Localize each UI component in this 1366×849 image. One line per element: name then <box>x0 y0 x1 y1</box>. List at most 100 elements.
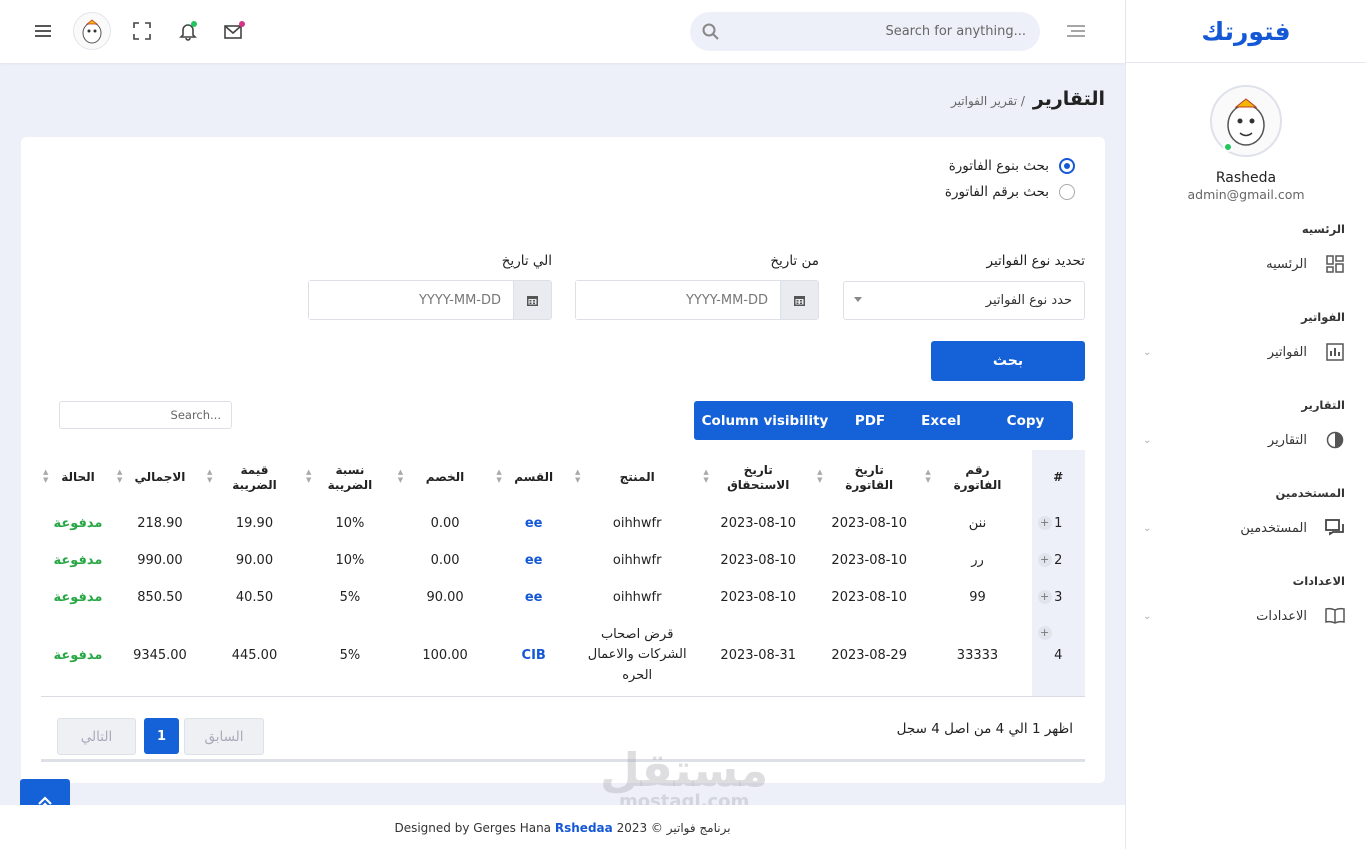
book-icon <box>1325 606 1345 626</box>
product-line: الحره <box>622 668 653 684</box>
expand-icon[interactable]: + <box>1037 553 1052 567</box>
table-row[interactable]: 2 + رر 2023-08-10 2023-08-10 oihhwfr ee 0… <box>41 542 1085 579</box>
cell-index: 2 + <box>1031 542 1085 579</box>
row-number: 1 <box>1054 516 1063 531</box>
sidebar-item-reports[interactable]: التقارير ⌄ <box>1126 420 1366 460</box>
cell-invoice-number: 99 <box>969 590 986 605</box>
chevron-down-icon[interactable]: ⌄ <box>1143 435 1151 446</box>
col-due-date[interactable]: تاريخ الاستحقاق ▲ ▼ <box>701 450 815 505</box>
col-tax-rate[interactable]: نسبة الضريبة ▲ ▼ <box>304 450 396 505</box>
row-number: 3 <box>1054 590 1063 605</box>
to-date-label: الي تاريخ <box>501 253 552 269</box>
column-visibility-button[interactable]: Column visibility <box>694 401 836 440</box>
mail-icon[interactable] <box>223 20 245 42</box>
bell-icon[interactable] <box>177 20 199 42</box>
radio-search-by-type[interactable]: بحث بنوع الفاتورة <box>949 158 1075 174</box>
excel-button[interactable]: Excel <box>904 401 978 440</box>
breadcrumb-current[interactable]: / تقرير الفواتير <box>951 94 1025 108</box>
table-row[interactable]: 4 + 33333 2023-08-29 2023-08-31 قرض اصحاب… <box>41 616 1085 697</box>
radio-search-by-number[interactable]: بحث برقم الفاتورة <box>945 184 1075 200</box>
pagination-next-button[interactable]: التالي <box>57 718 136 755</box>
header-label: الاجمالي <box>134 470 186 484</box>
bar-chart-icon <box>1325 342 1345 362</box>
sidebar-menu: الرئسيه الرئسيه الفواتير الفواتير ⌄ التق… <box>1126 222 1366 636</box>
global-search-input[interactable] <box>726 24 1026 39</box>
cell-tax-value: 90.00 <box>235 553 274 568</box>
profile-email: admin@gmail.com <box>1187 187 1305 202</box>
expand-icon[interactable]: + <box>1037 626 1052 640</box>
pie-chart-icon <box>1325 430 1345 450</box>
sidebar-item-settings[interactable]: الاعدادات ⌄ <box>1126 596 1366 636</box>
header-label: نسبة الضريبة <box>327 462 373 492</box>
menu-section-users: المستخدمين <box>1275 486 1345 500</box>
chevron-down-icon[interactable]: ⌄ <box>1143 611 1151 622</box>
from-date-label: من تاريخ <box>770 253 819 269</box>
copy-button[interactable]: Copy <box>978 401 1073 440</box>
expand-icon[interactable]: + <box>1037 590 1052 604</box>
cell-index: 3 + <box>1031 579 1085 616</box>
calendar-icon[interactable] <box>513 281 551 319</box>
expand-icon[interactable]: + <box>1037 516 1052 530</box>
table-search-input[interactable] <box>59 401 232 429</box>
to-date-input[interactable] <box>309 281 513 319</box>
cell-invoice-number: رر <box>971 553 984 568</box>
cell-invoice-number: ننن <box>968 516 987 531</box>
fullscreen-icon[interactable] <box>131 20 153 42</box>
chevron-down-icon[interactable]: ⌄ <box>1143 347 1151 358</box>
cell-invoice-date: 2023-08-10 <box>831 516 907 531</box>
sidebar-item-users[interactable]: المستخدمين ⌄ <box>1126 508 1366 548</box>
align-right-icon[interactable] <box>1065 20 1087 42</box>
sidebar-item-home[interactable]: الرئسيه <box>1126 244 1366 284</box>
sort-icon: ▲ ▼ <box>116 468 123 484</box>
sort-icon: ▲ ▼ <box>925 468 931 484</box>
cell-status: مدفوعة <box>53 516 103 531</box>
page-title: التقارير <box>1032 88 1105 110</box>
header-label: تاريخ الاستحقاق <box>727 462 790 492</box>
cell-total: 218.90 <box>137 516 183 531</box>
calendar-icon[interactable] <box>780 281 818 319</box>
col-hash[interactable]: # <box>1031 450 1085 505</box>
col-product[interactable]: المنتج ▲ ▼ <box>573 450 701 505</box>
col-section[interactable]: القسم ▲ ▼ <box>494 450 573 505</box>
menu-section-home: الرئسيه <box>1301 222 1345 236</box>
sidebar-item-label: الاعدادات <box>1256 608 1307 624</box>
cell-product: قرض اصحاب الشركات والاعمال الحره <box>573 616 702 697</box>
invoice-type-select[interactable]: حدد نوع الفواتير <box>843 281 1085 320</box>
brand-name: فتورتك <box>1201 16 1291 46</box>
search-icon[interactable] <box>702 23 719 44</box>
header-label: القسم <box>514 470 554 484</box>
watermark-line1: مستقل <box>600 743 769 797</box>
sidebar: فتورتك Rasheda admin@gmail.com الرئسيه ا… <box>1125 0 1366 849</box>
col-status[interactable]: الحالة ▲ ▼ <box>41 450 115 505</box>
col-tax-value[interactable]: قيمة الضريبة ▲ ▼ <box>205 450 304 505</box>
chevron-down-icon[interactable]: ⌄ <box>1143 523 1151 534</box>
cell-tax-rate: 10% <box>335 516 365 531</box>
user-avatar[interactable] <box>73 12 111 50</box>
cell-due-date: 2023-08-31 <box>701 616 816 697</box>
radio-button[interactable] <box>1059 184 1075 200</box>
table-row[interactable]: 3 + 99 2023-08-10 2023-08-10 oihhwfr ee 9… <box>41 579 1085 616</box>
col-discount[interactable]: الخصم ▲ ▼ <box>396 450 495 505</box>
online-indicator <box>1223 142 1233 152</box>
cell-section: CIB <box>494 616 574 697</box>
select-value: حدد نوع الفواتير <box>985 293 1072 308</box>
radio-button-checked[interactable] <box>1059 158 1075 174</box>
search-button[interactable]: بحث <box>931 341 1085 381</box>
col-invoice-number[interactable]: رقم الفاتورة ▲ ▼ <box>923 450 1031 505</box>
footer-author-link[interactable]: Rshedaa <box>555 821 613 835</box>
hamburger-menu-icon[interactable] <box>32 20 54 42</box>
sort-icon: ▲ ▼ <box>817 468 823 484</box>
pdf-button[interactable]: PDF <box>836 401 904 440</box>
pagination-page-1[interactable]: 1 <box>144 718 179 754</box>
brand-logo[interactable]: فتورتك <box>1126 0 1366 63</box>
from-date-input[interactable] <box>576 281 780 319</box>
table-row[interactable]: 1 + ننن 2023-08-10 2023-08-10 oihhwfr ee … <box>41 505 1085 542</box>
col-total[interactable]: الاجمالي ▲ ▼ <box>115 450 205 505</box>
profile-avatar[interactable] <box>1210 85 1282 157</box>
sidebar-item-invoices[interactable]: الفواتير ⌄ <box>1126 332 1366 372</box>
pagination-prev-button[interactable]: السابق <box>184 718 264 755</box>
row-number: 4 <box>1054 648 1063 664</box>
cell-status: مدفوعة <box>41 616 115 697</box>
col-invoice-date[interactable]: تاريخ القاتورة ▲ ▼ <box>815 450 923 505</box>
table-scrollbar[interactable] <box>41 759 1085 762</box>
